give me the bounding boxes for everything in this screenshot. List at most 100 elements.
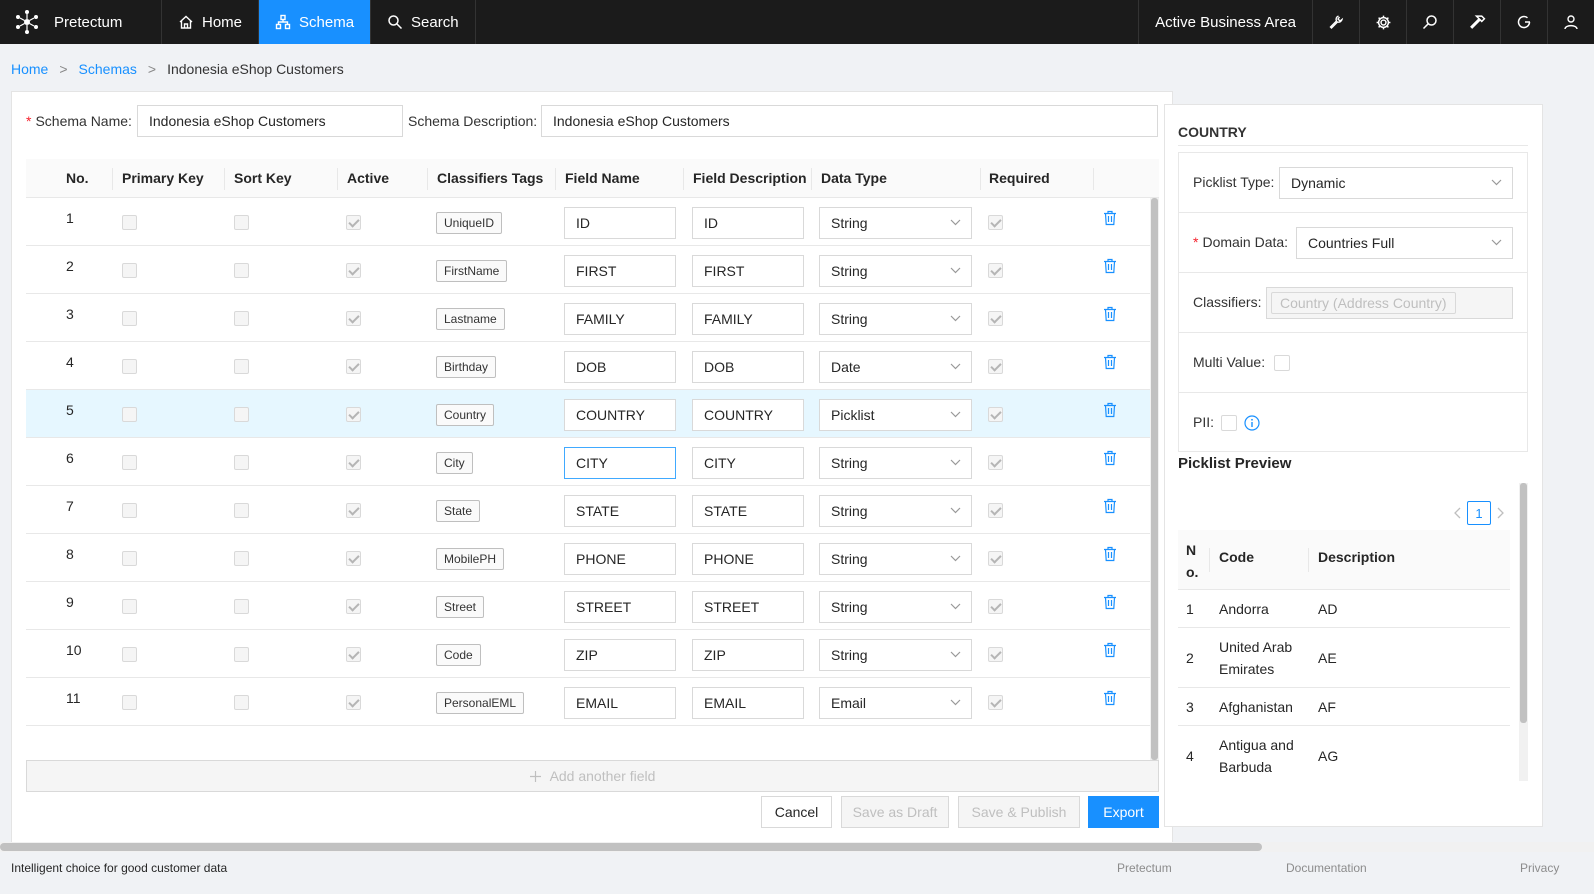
table-scrollbar[interactable] [1150, 198, 1159, 760]
next-page-icon[interactable] [1497, 507, 1505, 519]
primary-key-checkbox[interactable] [122, 311, 137, 326]
export-button[interactable]: Export [1088, 796, 1159, 828]
data-type-select[interactable]: Date [819, 351, 972, 383]
hammer-icon[interactable] [1453, 0, 1500, 44]
data-type-select[interactable]: String [819, 495, 972, 527]
delete-row-trash-icon[interactable] [1103, 258, 1117, 274]
active-checkbox[interactable] [346, 503, 361, 518]
delete-row-trash-icon[interactable] [1103, 354, 1117, 370]
sort-key-checkbox[interactable] [234, 407, 249, 422]
classifier-tag[interactable]: City [436, 452, 473, 474]
picklist-type-select[interactable]: Dynamic [1279, 167, 1513, 199]
field-description-input[interactable]: COUNTRY [692, 399, 804, 431]
active-checkbox[interactable] [346, 359, 361, 374]
table-row[interactable]: 10 Code ZIP ZIP String [26, 630, 1159, 678]
field-description-input[interactable]: ZIP [692, 639, 804, 671]
field-description-input[interactable]: ID [692, 207, 804, 239]
field-description-input[interactable]: FAMILY [692, 303, 804, 335]
required-checkbox[interactable] [988, 599, 1003, 614]
sort-key-checkbox[interactable] [234, 503, 249, 518]
table-row[interactable]: 6 City CITY CITY String [26, 438, 1159, 486]
breadcrumb-home[interactable]: Home [11, 61, 48, 77]
zoom-icon[interactable] [1406, 0, 1453, 44]
data-type-select[interactable]: String [819, 639, 972, 671]
classifiers-select[interactable]: Country (Address Country) [1266, 287, 1513, 319]
field-description-input[interactable]: CITY [692, 447, 804, 479]
active-checkbox[interactable] [346, 599, 361, 614]
delete-row-trash-icon[interactable] [1103, 642, 1117, 658]
footer-link-pretectum[interactable]: Pretectum [1117, 861, 1172, 875]
data-type-select[interactable]: String [819, 207, 972, 239]
prev-page-icon[interactable] [1453, 507, 1461, 519]
sort-key-checkbox[interactable] [234, 695, 249, 710]
data-type-select[interactable]: Picklist [819, 399, 972, 431]
breadcrumb-schemas[interactable]: Schemas [79, 61, 137, 77]
field-name-input[interactable]: EMAIL [564, 687, 676, 719]
primary-key-checkbox[interactable] [122, 263, 137, 278]
required-checkbox[interactable] [988, 503, 1003, 518]
delete-row-trash-icon[interactable] [1103, 546, 1117, 562]
classifier-tag[interactable]: Birthday [436, 356, 497, 378]
cancel-button[interactable]: Cancel [761, 796, 832, 828]
sort-key-checkbox[interactable] [234, 359, 249, 374]
field-description-input[interactable]: STREET [692, 591, 804, 623]
table-row[interactable]: 4 Birthday DOB DOB Date [26, 342, 1159, 390]
schema-description-input[interactable]: Indonesia eShop Customers [541, 105, 1158, 137]
footer-link-documentation[interactable]: Documentation [1286, 861, 1367, 875]
scrollbar-thumb[interactable] [1520, 483, 1527, 723]
active-checkbox[interactable] [346, 695, 361, 710]
pii-checkbox[interactable] [1221, 415, 1237, 431]
primary-key-checkbox[interactable] [122, 455, 137, 470]
field-name-input[interactable]: ZIP [564, 639, 676, 671]
classifier-tag[interactable]: Country [436, 404, 495, 426]
classifier-tag[interactable]: MobilePH [436, 548, 505, 570]
data-type-select[interactable]: String [819, 591, 972, 623]
delete-row-trash-icon[interactable] [1103, 690, 1117, 706]
table-row[interactable]: 8 MobilePH PHONE PHONE String [26, 534, 1159, 582]
table-row[interactable]: 1 UniqueID ID ID String [26, 198, 1159, 246]
field-description-input[interactable]: STATE [692, 495, 804, 527]
field-description-input[interactable]: EMAIL [692, 687, 804, 719]
page-horizontal-scrollbar[interactable] [0, 842, 1594, 852]
classifier-tag[interactable]: Code [436, 644, 481, 666]
classifier-tag[interactable]: PersonalEML [436, 692, 525, 714]
refresh-icon[interactable] [1500, 0, 1547, 44]
sort-key-checkbox[interactable] [234, 455, 249, 470]
classifier-tag[interactable]: FirstName [436, 260, 508, 282]
required-checkbox[interactable] [988, 263, 1003, 278]
field-name-input[interactable]: FIRST [564, 255, 676, 287]
domain-data-select[interactable]: Countries Full [1296, 227, 1513, 259]
user-icon[interactable] [1547, 0, 1594, 44]
field-name-input[interactable]: COUNTRY [564, 399, 676, 431]
nav-search[interactable]: Search [371, 0, 476, 44]
delete-row-trash-icon[interactable] [1103, 498, 1117, 514]
delete-row-trash-icon[interactable] [1103, 402, 1117, 418]
table-row[interactable]: 11 PersonalEML EMAIL EMAIL Email [26, 678, 1159, 726]
field-name-input[interactable]: FAMILY [564, 303, 676, 335]
save-as-draft-button[interactable]: Save as Draft [841, 796, 949, 828]
schema-name-input[interactable]: Indonesia eShop Customers [137, 105, 403, 137]
nav-home[interactable]: Home [162, 0, 260, 44]
nav-schema[interactable]: Schema [259, 0, 372, 44]
save-and-publish-button[interactable]: Save & Publish [958, 796, 1080, 828]
field-name-input[interactable]: STREET [564, 591, 676, 623]
table-row[interactable]: 2 FirstName FIRST FIRST String [26, 246, 1159, 294]
field-description-input[interactable]: PHONE [692, 543, 804, 575]
required-checkbox[interactable] [988, 407, 1003, 422]
classifier-tag[interactable]: UniqueID [436, 212, 503, 234]
data-type-select[interactable]: String [819, 447, 972, 479]
wrench-icon[interactable] [1312, 0, 1359, 44]
table-row[interactable]: 3 Lastname FAMILY FAMILY String [26, 294, 1159, 342]
required-checkbox[interactable] [988, 695, 1003, 710]
sort-key-checkbox[interactable] [234, 599, 249, 614]
field-name-input[interactable]: STATE [564, 495, 676, 527]
scrollbar-thumb[interactable] [0, 843, 1262, 851]
active-checkbox[interactable] [346, 311, 361, 326]
required-checkbox[interactable] [988, 215, 1003, 230]
primary-key-checkbox[interactable] [122, 551, 137, 566]
preview-scrollbar[interactable] [1519, 483, 1528, 781]
active-checkbox[interactable] [346, 551, 361, 566]
classifier-tag[interactable]: Street [436, 596, 485, 618]
sort-key-checkbox[interactable] [234, 215, 249, 230]
scrollbar-thumb[interactable] [1151, 198, 1158, 760]
